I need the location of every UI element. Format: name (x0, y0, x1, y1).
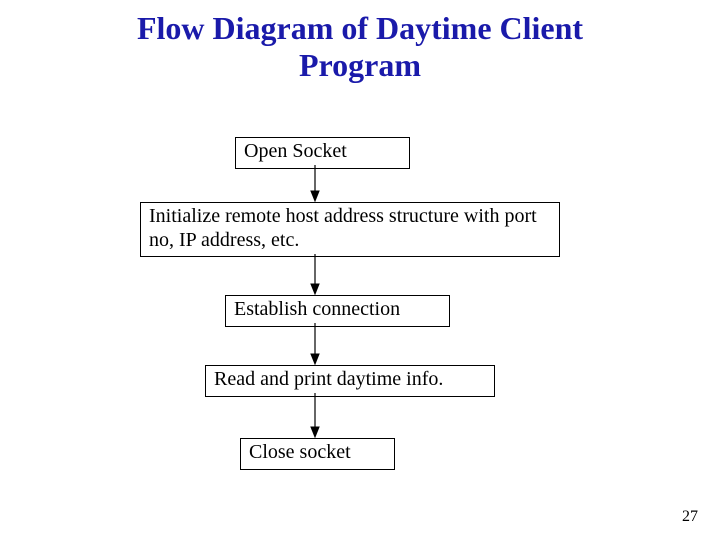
step-close-socket: Close socket (240, 438, 395, 470)
diagram-title: Flow Diagram of Daytime Client Program (0, 0, 720, 84)
step-init-address: Initialize remote host address structure… (140, 202, 560, 257)
step-establish-connection: Establish connection (225, 295, 450, 327)
step-label: Initialize remote host address structure… (149, 205, 537, 251)
step-open-socket: Open Socket (235, 137, 410, 169)
step-label: Open Socket (244, 140, 347, 162)
page-number: 27 (682, 508, 698, 526)
step-label: Establish connection (234, 298, 400, 320)
step-label: Close socket (249, 441, 351, 463)
title-line-1: Flow Diagram of Daytime Client (137, 10, 583, 46)
step-read-print: Read and print daytime info. (205, 365, 495, 397)
title-line-2: Program (299, 47, 421, 83)
step-label: Read and print daytime info. (214, 368, 443, 390)
